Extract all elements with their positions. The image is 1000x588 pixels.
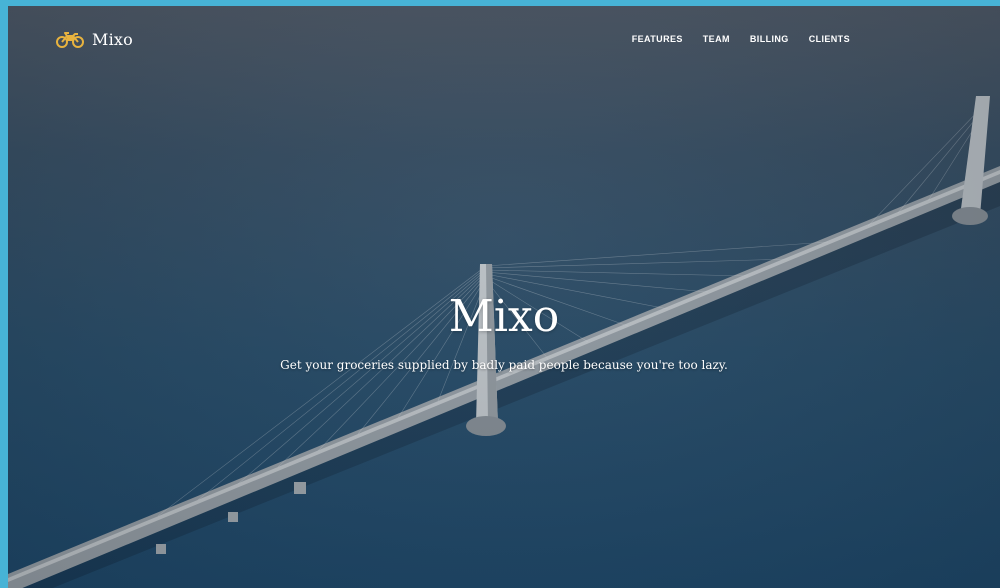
nav-link-billing[interactable]: BILLING <box>750 34 789 44</box>
hero-subtitle: Get your groceries supplied by badly pai… <box>280 358 728 372</box>
nav-links: FEATURES TEAM BILLING CLIENTS <box>632 34 850 44</box>
nav-link-clients[interactable]: CLIENTS <box>809 34 850 44</box>
brand-logo-link[interactable]: Mixo <box>56 30 133 49</box>
nav-link-team[interactable]: TEAM <box>703 34 730 44</box>
motorcycle-icon <box>56 31 84 48</box>
hero-title: Mixo <box>448 291 560 342</box>
top-navbar: Mixo FEATURES TEAM BILLING CLIENTS <box>8 6 1000 72</box>
nav-link-features[interactable]: FEATURES <box>632 34 683 44</box>
page-frame: Mixo FEATURES TEAM BILLING CLIENTS Mixo … <box>8 6 1000 588</box>
brand-name: Mixo <box>92 30 133 49</box>
